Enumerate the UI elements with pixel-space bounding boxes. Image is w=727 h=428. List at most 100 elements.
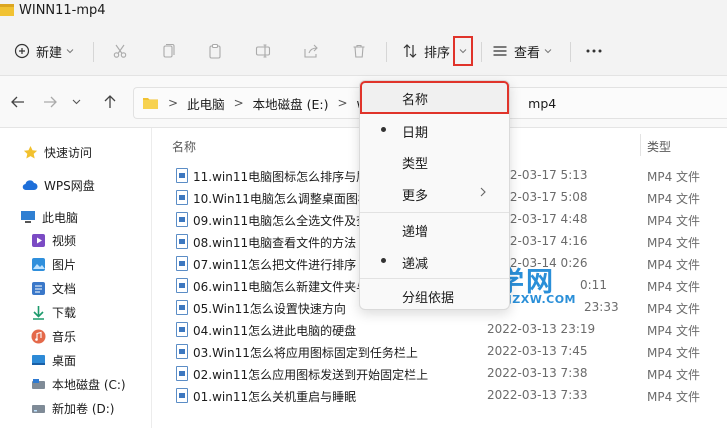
- file-type: MP4 文件: [647, 368, 701, 382]
- delete-button[interactable]: [351, 38, 367, 64]
- file-name: 11.win11电脑图标怎么排序与属: [193, 170, 369, 184]
- menu-item-sort-by-type[interactable]: 类型: [364, 147, 505, 175]
- chevron-down-icon: [544, 49, 552, 54]
- file-type: MP4 文件: [647, 170, 701, 184]
- table-row[interactable]: 01.win11怎么关机重启与睡眠 2022-03-13 7:33 MP4 文件: [172, 385, 727, 407]
- more-options-button[interactable]: [585, 38, 603, 64]
- file-name: 09.win11电脑怎么全选文件及查: [193, 214, 369, 228]
- navigation-pane: 快速访问 WPS网盘 此电脑 视频 图片 文档 下载 音乐 桌面 本地磁盘 (C…: [0, 128, 152, 428]
- video-file-icon: [176, 256, 188, 271]
- more-dots-icon: [586, 49, 602, 53]
- breadcrumb-folder-end[interactable]: mp4: [528, 96, 556, 111]
- sidebar-item-desktop[interactable]: 桌面: [30, 349, 76, 371]
- column-header-type[interactable]: 类型: [647, 138, 671, 155]
- back-arrow-icon[interactable]: [10, 94, 26, 110]
- menu-item-group-by[interactable]: 分组依据: [364, 281, 505, 309]
- rename-button[interactable]: [255, 38, 271, 64]
- selected-dot-icon: [381, 127, 386, 132]
- cut-button[interactable]: [112, 38, 128, 64]
- share-button[interactable]: [303, 38, 319, 64]
- rename-icon: [255, 44, 271, 58]
- folder-icon: [143, 98, 158, 109]
- sort-label: 排序: [424, 45, 451, 61]
- file-date: 0:11: [580, 278, 607, 292]
- sidebar-item-videos[interactable]: 视频: [30, 229, 76, 251]
- drive-icon: [30, 376, 46, 392]
- forward-arrow-icon[interactable]: [42, 94, 58, 110]
- menu-item-sort-by-date[interactable]: 日期: [364, 116, 505, 144]
- menu-item-ascending[interactable]: 递增: [364, 215, 505, 243]
- sidebar-item-label: 文档: [52, 281, 77, 296]
- sidebar-item-label: 音乐: [52, 329, 77, 344]
- title-bar: WINN11-mp4: [0, 0, 727, 26]
- file-name: 08.win11电脑查看文件的方法: [193, 236, 357, 250]
- sidebar-item-label: 视频: [52, 233, 77, 248]
- copy-button[interactable]: [160, 38, 176, 64]
- table-row[interactable]: 02.win11怎么应用图标发送到开始固定栏上 2022-03-13 7:38 …: [172, 363, 727, 385]
- download-icon: [30, 304, 46, 320]
- menu-item-label: 更多: [402, 189, 429, 204]
- file-type: MP4 文件: [647, 258, 701, 272]
- view-button[interactable]: 查看: [492, 38, 552, 64]
- desktop-icon: [30, 352, 46, 368]
- file-name: 06.win11电脑怎么新建文件夹与: [193, 280, 369, 294]
- sort-menu: 名称 日期 类型 更多 递增 递减 分组依据: [359, 80, 510, 310]
- view-label: 查看: [514, 45, 541, 61]
- sort-arrows-icon: [403, 44, 417, 58]
- file-date: 2022-03-13 7:38: [487, 366, 588, 380]
- file-type: MP4 文件: [647, 346, 701, 360]
- sidebar-item-label: 桌面: [52, 353, 77, 368]
- sidebar-item-wps-drive[interactable]: WPS网盘: [22, 174, 95, 196]
- drive-icon: [30, 400, 46, 416]
- file-name: 02.win11怎么应用图标发送到开始固定栏上: [193, 368, 429, 382]
- new-button[interactable]: 新建: [14, 38, 74, 64]
- sidebar-item-label: 新加卷 (D:): [52, 401, 115, 416]
- menu-item-more[interactable]: 更多: [364, 179, 505, 207]
- file-name: 07.win11怎么把文件进行排序: [193, 258, 357, 272]
- table-row[interactable]: 03.Win11怎么将应用图标固定到任务栏上 2022-03-13 7:45 M…: [172, 341, 727, 363]
- sidebar-item-drive-d[interactable]: 新加卷 (D:): [30, 397, 114, 419]
- file-type: MP4 文件: [647, 192, 701, 206]
- sidebar-item-drive-c[interactable]: 本地磁盘 (C:): [30, 373, 126, 395]
- paste-button[interactable]: [207, 38, 223, 64]
- file-name: 03.Win11怎么将应用图标固定到任务栏上: [193, 346, 418, 360]
- table-row[interactable]: 04.win11怎么进此电脑的硬盘 2022-03-13 23:19 MP4 文…: [172, 319, 727, 341]
- sidebar-item-this-pc[interactable]: 此电脑: [20, 206, 78, 228]
- selected-dot-icon: [381, 258, 386, 263]
- breadcrumb-drive-e[interactable]: 本地磁盘 (E:): [253, 94, 329, 113]
- file-type: MP4 文件: [647, 236, 701, 250]
- file-date: 2022-03-13 7:45: [487, 344, 588, 358]
- picture-icon: [30, 256, 46, 272]
- video-file-icon: [176, 388, 188, 403]
- video-file-icon: [176, 212, 188, 227]
- column-header-name[interactable]: 名称: [172, 138, 196, 155]
- file-type: MP4 文件: [647, 324, 701, 338]
- up-arrow-icon[interactable]: [102, 94, 118, 110]
- new-label: 新建: [36, 45, 63, 61]
- menu-item-sort-by-name[interactable]: 名称: [364, 83, 505, 111]
- file-type: MP4 文件: [647, 214, 701, 228]
- column-divider[interactable]: [640, 134, 641, 156]
- video-file-icon: [176, 234, 188, 249]
- sidebar-item-downloads[interactable]: 下载: [30, 301, 76, 323]
- menu-divider: [360, 278, 509, 279]
- chevron-down-icon[interactable]: [72, 97, 81, 106]
- sidebar-item-quick-access[interactable]: 快速访问: [22, 141, 92, 163]
- menu-item-descending[interactable]: 递减: [364, 247, 505, 275]
- file-type: MP4 文件: [647, 280, 701, 294]
- scissors-icon: [113, 44, 127, 58]
- toolbar-divider: [570, 42, 571, 62]
- clipboard-icon: [209, 43, 221, 59]
- cloud-icon: [22, 177, 38, 193]
- sidebar-item-label: 本地磁盘 (C:): [52, 377, 126, 392]
- plus-circle-icon: [14, 43, 30, 59]
- toolbar-divider: [481, 42, 482, 62]
- video-file-icon: [176, 322, 188, 337]
- sidebar-item-music[interactable]: 音乐: [30, 325, 76, 347]
- sidebar-item-pictures[interactable]: 图片: [30, 253, 76, 275]
- breadcrumb-this-pc[interactable]: 此电脑: [187, 94, 225, 113]
- sidebar-item-documents[interactable]: 文档: [30, 277, 76, 299]
- file-name: 04.win11怎么进此电脑的硬盘: [193, 324, 357, 338]
- breadcrumb-separator: >: [233, 96, 244, 110]
- menu-divider: [360, 212, 509, 213]
